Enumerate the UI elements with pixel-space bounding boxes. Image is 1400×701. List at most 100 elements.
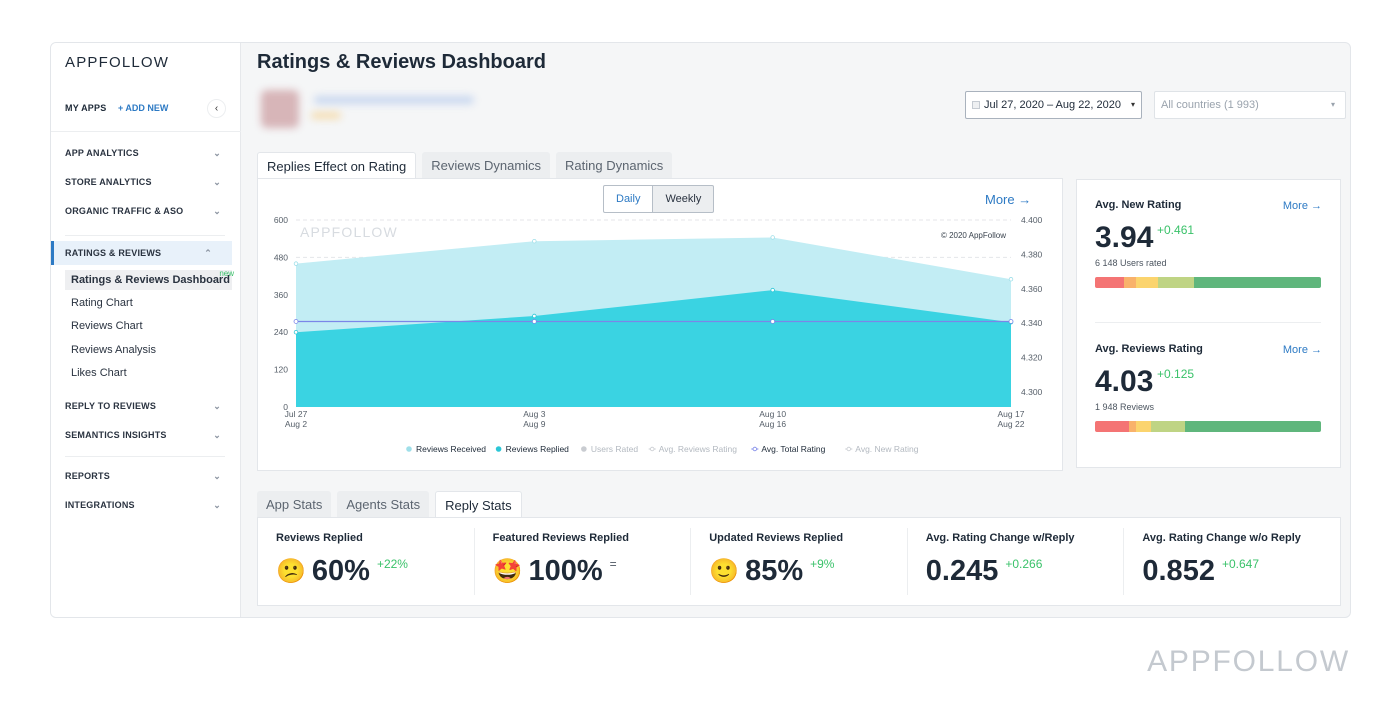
legend-marker [406, 446, 412, 452]
legend-label[interactable]: Avg. Reviews Rating [659, 444, 738, 454]
caret-down-icon: ▾ [1130, 100, 1135, 109]
tab-rating-dynamics[interactable]: Rating Dynamics [556, 152, 673, 179]
sidebar-item-store-analytics[interactable]: STORE ANALYTICS ⌄ [51, 170, 241, 194]
avg-new-rating-delta: +0.461 [1157, 223, 1195, 237]
rating-distribution-bar [1095, 421, 1321, 432]
star-struck-face-icon: 🤩 [492, 558, 523, 585]
y-left-tick-label: 120 [274, 365, 288, 375]
legend-label[interactable]: Users Rated [591, 444, 639, 454]
rating-segment-1-star [1095, 421, 1129, 432]
stat-reviews-replied: Reviews Replied 😕 60% +22% [258, 528, 475, 595]
daily-button[interactable]: Daily [603, 185, 654, 213]
country-select[interactable]: All countries (1 993) ▾ [1154, 91, 1346, 119]
x-tick-label: Aug 3 [523, 409, 545, 419]
data-point [1008, 319, 1014, 324]
x-tick-label: Aug 22 [998, 419, 1025, 429]
sidebar-subitem-rating-chart[interactable]: Rating Chart [65, 293, 232, 313]
chevron-down-icon: ⌄ [213, 471, 221, 481]
data-point [770, 287, 775, 293]
stat-value: 0.245 [925, 555, 999, 587]
calendar-icon [972, 101, 980, 109]
sidebar-item-organic-traffic-aso[interactable]: ORGANIC TRAFFIC & ASO ⌄ [51, 199, 241, 223]
avg-reviews-rating-title: Avg. Reviews Rating [1095, 343, 1203, 355]
chevron-down-icon: ⌄ [213, 206, 221, 216]
tab-reviews-dynamics[interactable]: Reviews Dynamics [422, 152, 551, 179]
country-value: All countries (1 993) [1161, 99, 1259, 111]
weekly-button[interactable]: Weekly [653, 185, 715, 213]
chevron-left-icon: ‹ [214, 103, 219, 114]
legend-marker [581, 446, 587, 452]
appfollow-watermark: APPFOLLOW [1147, 645, 1350, 678]
app-selector-blurred[interactable] [259, 88, 519, 133]
legend-marker [495, 446, 502, 452]
replies-effect-chart: 01202403604806004.3004.3204.3404.3604.38… [274, 215, 1043, 454]
sidebar-item-label: RATINGS & REVIEWS [65, 248, 162, 258]
legend-label[interactable]: Reviews Received [416, 444, 486, 454]
period-toggle: Daily Weekly [603, 185, 715, 213]
divider [51, 131, 241, 132]
stat-avg-rating-change-without-reply: Avg. Rating Change w/o Reply 0.852 +0.647 [1124, 528, 1340, 595]
smiling-face-icon: 🙂 [709, 558, 740, 585]
legend-label[interactable]: Avg. New Rating [855, 444, 918, 454]
tab-reply-stats[interactable]: Reply Stats [435, 491, 522, 518]
app-icon [261, 90, 299, 128]
stat-updated-reviews-replied: Updated Reviews Replied 🙂 85% +9% [691, 528, 908, 595]
legend-marker [846, 446, 851, 452]
sidebar-subitem-reviews-analysis[interactable]: Reviews Analysis [65, 340, 232, 360]
chart-tabs: Replies Effect on Rating Reviews Dynamic… [257, 152, 673, 179]
data-point [531, 319, 537, 324]
avg-new-rating-more-link[interactable]: More → [1283, 200, 1322, 212]
rating-summary-card: Avg. New Rating More → 3.94 +0.461 6 148… [1076, 179, 1341, 468]
chevron-down-icon: ⌄ [213, 430, 221, 440]
sidebar-subitem-ratings-reviews-dashboard[interactable]: Ratings & Reviews Dashboard new [65, 269, 234, 290]
sidebar-item-integrations[interactable]: INTEGRATIONS ⌄ [51, 493, 241, 517]
x-tick-label: Aug 9 [523, 419, 545, 429]
sidebar-item-label: STORE ANALYTICS [65, 177, 152, 187]
appfollow-logo[interactable]: APPFOLLOW [65, 54, 169, 71]
tab-replies-effect-on-rating[interactable]: Replies Effect on Rating [257, 152, 417, 179]
app-window: APPFOLLOW MY APPS + ADD NEW ‹ APP ANALYT… [50, 42, 1351, 618]
rating-segment-2-star [1128, 421, 1136, 432]
collapse-sidebar-button[interactable]: ‹ [207, 99, 226, 118]
avg-reviews-rating-delta: +0.125 [1157, 367, 1195, 381]
x-tick-label: Aug 10 [759, 409, 786, 419]
date-range-picker[interactable]: Jul 27, 2020 – Aug 22, 2020 ▾ [965, 91, 1142, 119]
y-left-tick-label: 600 [274, 215, 288, 225]
sidebar-subitem-likes-chart[interactable]: Likes Chart [65, 363, 232, 383]
sidebar-item-ratings-reviews[interactable]: RATINGS & REVIEWS ⌃ [51, 241, 232, 265]
sidebar-item-semantics-insights[interactable]: SEMANTICS INSIGHTS ⌄ [51, 423, 241, 447]
sidebar-subitem-reviews-chart[interactable]: Reviews Chart [65, 316, 232, 336]
y-right-tick-label: 4.320 [1021, 353, 1043, 363]
sidebar-item-label: Ratings & Reviews Dashboard [71, 274, 230, 286]
sidebar-item-reply-to-reviews[interactable]: REPLY TO REVIEWS ⌄ [51, 394, 241, 418]
legend-label[interactable]: Avg. Total Rating [761, 444, 825, 454]
chart-more-link[interactable]: More → [985, 192, 1031, 207]
y-right-tick-label: 4.360 [1021, 284, 1043, 294]
stat-value: 60% [311, 555, 370, 587]
stat-delta: = [609, 557, 617, 571]
legend-marker [650, 446, 655, 452]
sidebar-item-label: INTEGRATIONS [65, 500, 135, 510]
rating-segment-3-star [1135, 421, 1152, 432]
my-apps-label[interactable]: MY APPS [65, 103, 106, 113]
data-point [293, 261, 299, 266]
divider [1095, 322, 1321, 323]
sidebar-item-reports[interactable]: REPORTS ⌄ [51, 464, 241, 488]
chart-card: 0 120 240 360 480 600 4.300 4.320 4.340 4.360 4.38… [257, 178, 1063, 471]
main-content: Ratings & Reviews Dashboard Jul 27, 2020… [242, 43, 1350, 617]
divider [65, 456, 225, 457]
rating-segment-2-star [1124, 277, 1136, 288]
chevron-up-icon: ⌃ [204, 248, 212, 258]
tab-app-stats[interactable]: App Stats [257, 491, 332, 518]
avg-reviews-rating-more-link[interactable]: More → [1283, 344, 1322, 356]
avg-new-rating-title: Avg. New Rating [1095, 199, 1182, 211]
y-left-tick-label: 360 [274, 290, 288, 300]
tab-agents-stats[interactable]: Agents Stats [337, 491, 430, 518]
add-new-app-link[interactable]: + ADD NEW [118, 103, 168, 113]
sidebar-item-app-analytics[interactable]: APP ANALYTICS ⌄ [51, 141, 241, 165]
legend-label[interactable]: Reviews Replied [506, 444, 570, 454]
x-tick-label: Aug 16 [759, 419, 786, 429]
page-title: Ratings & Reviews Dashboard [257, 51, 546, 73]
sidebar-item-label: APP ANALYTICS [65, 148, 139, 158]
rating-segment-1-star [1095, 277, 1125, 288]
